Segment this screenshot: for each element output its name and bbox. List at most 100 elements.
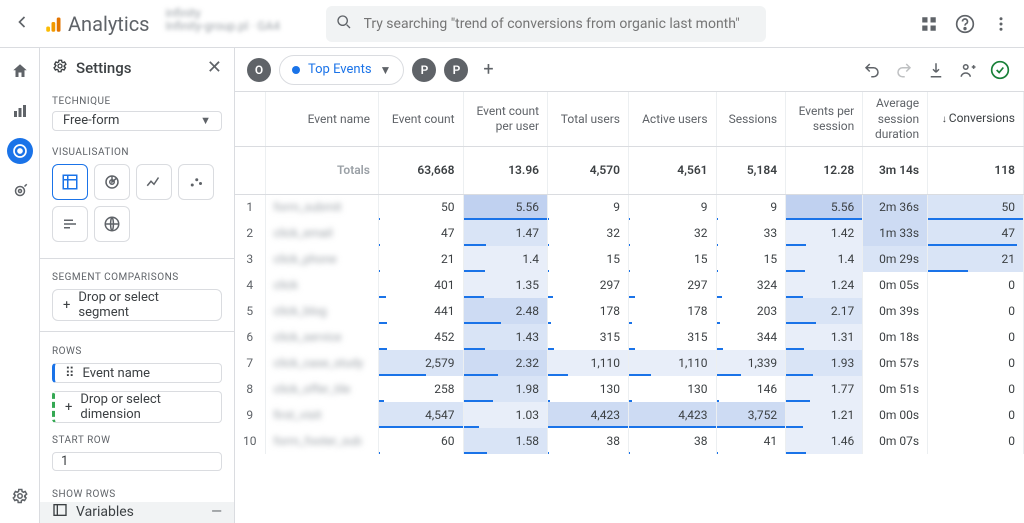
col-header[interactable]: Active users — [628, 92, 716, 146]
visualisation-grid — [52, 164, 222, 242]
back-arrow-icon[interactable] — [12, 12, 36, 36]
data-cell: 297 — [548, 272, 629, 298]
rail-explore-icon[interactable] — [7, 138, 33, 164]
col-header[interactable]: Sessions — [716, 92, 786, 146]
variables-panel-toggle[interactable]: Variables — — [40, 502, 234, 523]
rows-add-dimension[interactable]: + Drop or select dimension — [52, 391, 222, 423]
tab-active[interactable]: Top Events ▼ — [279, 55, 404, 85]
left-rail — [0, 48, 40, 523]
col-header[interactable]: Averagesessionduration — [863, 92, 928, 146]
tab-overview[interactable]: O — [247, 58, 271, 82]
data-cell: 0m 05s — [863, 272, 928, 298]
tab-active-label: Top Events — [308, 62, 372, 77]
help-icon[interactable] — [954, 13, 976, 35]
data-cell: 5.56 — [786, 194, 863, 220]
event-name-cell: first_visit — [265, 402, 378, 428]
rows-label: ROWS — [40, 338, 234, 359]
more-vert-icon[interactable] — [990, 13, 1012, 35]
vis-bar-icon[interactable] — [52, 206, 88, 242]
technique-select[interactable]: Free-form ▼ — [52, 111, 222, 131]
data-cell: 1.31 — [786, 324, 863, 350]
row-index: 6 — [235, 324, 265, 350]
tab-page-2[interactable]: P — [444, 58, 468, 82]
data-cell: 1.77 — [786, 376, 863, 402]
data-cell: 2.17 — [786, 298, 863, 324]
plus-icon: + — [65, 400, 72, 415]
variables-icon — [52, 502, 68, 522]
data-cell: 0 — [928, 350, 1024, 376]
col-header[interactable]: Events persession — [786, 92, 863, 146]
data-cell: 33 — [716, 220, 786, 246]
close-icon[interactable]: ✕ — [207, 59, 222, 77]
search-box[interactable] — [326, 6, 766, 42]
data-cell: 0m 39s — [863, 298, 928, 324]
data-cell: 15 — [716, 246, 786, 272]
ga-logo: Analytics — [44, 12, 150, 36]
row-index: 8 — [235, 376, 265, 402]
data-cell: 4,423 — [548, 402, 629, 428]
drag-handle-icon: ⠿ — [65, 366, 75, 381]
tab-page-1[interactable]: P — [412, 58, 436, 82]
chevron-down-icon: ▼ — [380, 63, 392, 77]
event-name-cell: click — [265, 272, 378, 298]
data-cell: 2.32 — [463, 350, 548, 376]
product-title: Analytics — [68, 12, 150, 36]
property-picker[interactable]: infinityInfinity-group.pl · GA4 — [158, 7, 318, 41]
row-index: 10 — [235, 428, 265, 454]
col-header[interactable]: Event count — [378, 92, 463, 146]
redo-icon[interactable] — [892, 58, 916, 82]
totals-cell: 118 — [928, 146, 1024, 194]
segment-drop-button[interactable]: + Drop or select segment — [52, 289, 222, 321]
data-cell: 32 — [548, 220, 629, 246]
event-name-cell: click_phone — [265, 246, 378, 272]
main-area: O Top Events ▼ P P + Event nameEvent cou… — [235, 48, 1024, 523]
totals-cell: 12.28 — [786, 146, 863, 194]
grid-apps-icon[interactable] — [918, 13, 940, 35]
add-tab-button[interactable]: + — [476, 58, 500, 82]
vis-geo-icon[interactable] — [94, 206, 130, 242]
data-cell: 47 — [928, 220, 1024, 246]
search-input[interactable] — [362, 15, 756, 33]
data-cell: 0m 57s — [863, 350, 928, 376]
startrow-input[interactable]: 1 — [52, 452, 222, 470]
vis-scatter-icon[interactable] — [178, 164, 214, 200]
vis-table-icon[interactable] — [52, 164, 88, 200]
col-header[interactable]: Total users — [548, 92, 629, 146]
rows-dimension-chip[interactable]: ⠿ Event name — [52, 363, 222, 384]
status-ok-icon[interactable] — [988, 58, 1012, 82]
col-header[interactable]: Event countper user — [463, 92, 548, 146]
data-cell: 1.4 — [463, 246, 548, 272]
undo-icon[interactable] — [860, 58, 884, 82]
data-cell: 401 — [378, 272, 463, 298]
data-cell: 0m 07s — [863, 428, 928, 454]
data-cell: 0m 00s — [863, 402, 928, 428]
data-cell: 50 — [928, 194, 1024, 220]
rail-home-icon[interactable] — [7, 58, 33, 84]
rail-reports-icon[interactable] — [7, 98, 33, 124]
settings-panel: Settings ✕ TECHNIQUE Free-form ▼ VISUALI… — [40, 48, 235, 523]
event-name-cell: click_blog — [265, 298, 378, 324]
totals-cell: 3m 14s — [863, 146, 928, 194]
rows-chip-label: Event name — [83, 366, 151, 381]
rail-admin-icon[interactable] — [7, 483, 33, 509]
totals-cell: 4,570 — [548, 146, 629, 194]
row-index: 3 — [235, 246, 265, 272]
col-header[interactable]: Event name — [265, 92, 378, 146]
vis-donut-icon[interactable] — [94, 164, 130, 200]
download-icon[interactable] — [924, 58, 948, 82]
data-cell: 452 — [378, 324, 463, 350]
data-cell: 315 — [548, 324, 629, 350]
event-name-cell: click_offer_tile — [265, 376, 378, 402]
data-cell: 315 — [628, 324, 716, 350]
share-icon[interactable] — [956, 58, 980, 82]
rail-ads-icon[interactable] — [7, 178, 33, 204]
data-cell: 1.42 — [786, 220, 863, 246]
technique-value: Free-form — [63, 113, 119, 128]
data-cell: 2.48 — [463, 298, 548, 324]
data-cell: 1.58 — [463, 428, 548, 454]
vis-line-icon[interactable] — [136, 164, 172, 200]
data-cell: 41 — [716, 428, 786, 454]
col-header[interactable]: ↓Conversions — [928, 92, 1024, 146]
data-cell: 0 — [928, 324, 1024, 350]
data-cell: 1.98 — [463, 376, 548, 402]
